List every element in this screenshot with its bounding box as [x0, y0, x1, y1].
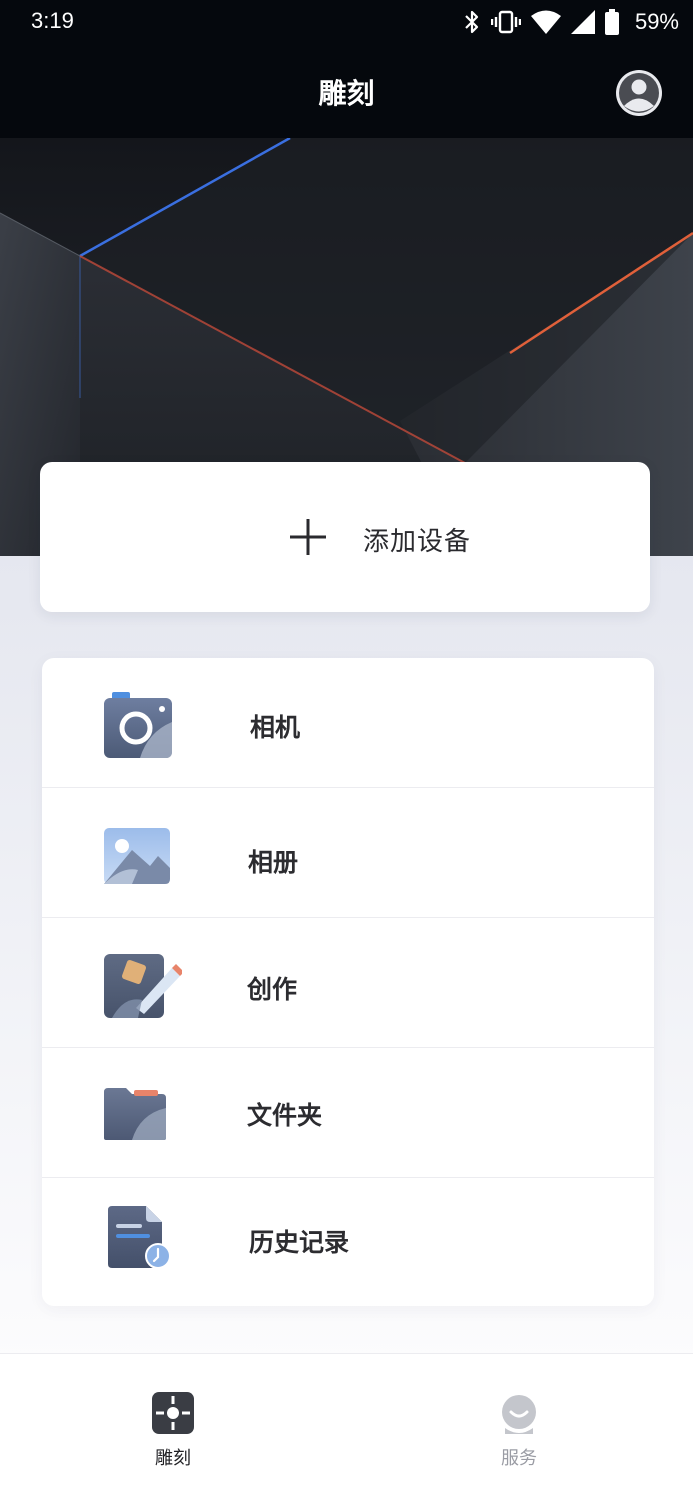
camera-icon [104, 692, 172, 758]
status-time: 3:19 [31, 8, 74, 33]
folder-icon [104, 1088, 166, 1140]
album-icon [104, 828, 170, 884]
status-bar: 3:19 59% [0, 0, 693, 46]
add-device-label: 添加设备 [363, 527, 472, 557]
feature-menu: 相机 相册 创作 文件夹 历史记录 [42, 658, 654, 1306]
tab-label: 雕刻 [155, 1448, 191, 1469]
menu-item-album[interactable]: 相册 [42, 788, 654, 918]
status-icons: 59% [463, 6, 679, 38]
menu-item-label: 文件夹 [247, 1101, 323, 1130]
history-icon [108, 1206, 171, 1269]
menu-item-label: 相机 [250, 713, 301, 742]
user-avatar-icon [616, 70, 662, 116]
menu-item-camera[interactable]: 相机 [42, 658, 654, 788]
plus-icon [290, 519, 326, 555]
service-icon [502, 1395, 536, 1434]
tab-service[interactable]: 服务 [459, 1390, 579, 1470]
menu-item-folder[interactable]: 文件夹 [42, 1048, 654, 1178]
battery-icon [604, 9, 619, 35]
menu-item-label: 历史记录 [249, 1228, 350, 1257]
menu-item-label: 创作 [247, 975, 298, 1004]
engrave-icon [152, 1392, 194, 1434]
menu-item-create[interactable]: 创作 [42, 918, 654, 1048]
battery-percent: 59% [634, 9, 679, 34]
bottom-nav: 雕刻 服务 [0, 1353, 693, 1500]
create-icon [104, 954, 182, 1018]
vibrate-icon [490, 10, 521, 34]
wifi-icon [530, 10, 561, 34]
cell-signal-icon [570, 10, 595, 34]
add-device-button[interactable]: 添加设备 [40, 462, 650, 612]
bluetooth-icon [465, 10, 479, 34]
app-screen: 3:19 59% 雕刻 添加设备 相机 相册 创作 文件夹 历史记录 雕刻 服务 [0, 0, 693, 1500]
page-title: 雕刻 [318, 77, 375, 110]
menu-item-history[interactable]: 历史记录 [42, 1178, 654, 1306]
tab-engrave[interactable]: 雕刻 [113, 1390, 233, 1470]
tab-label: 服务 [501, 1448, 537, 1469]
profile-button[interactable] [615, 69, 663, 117]
menu-item-label: 相册 [248, 848, 299, 877]
app-header: 雕刻 [0, 46, 693, 138]
